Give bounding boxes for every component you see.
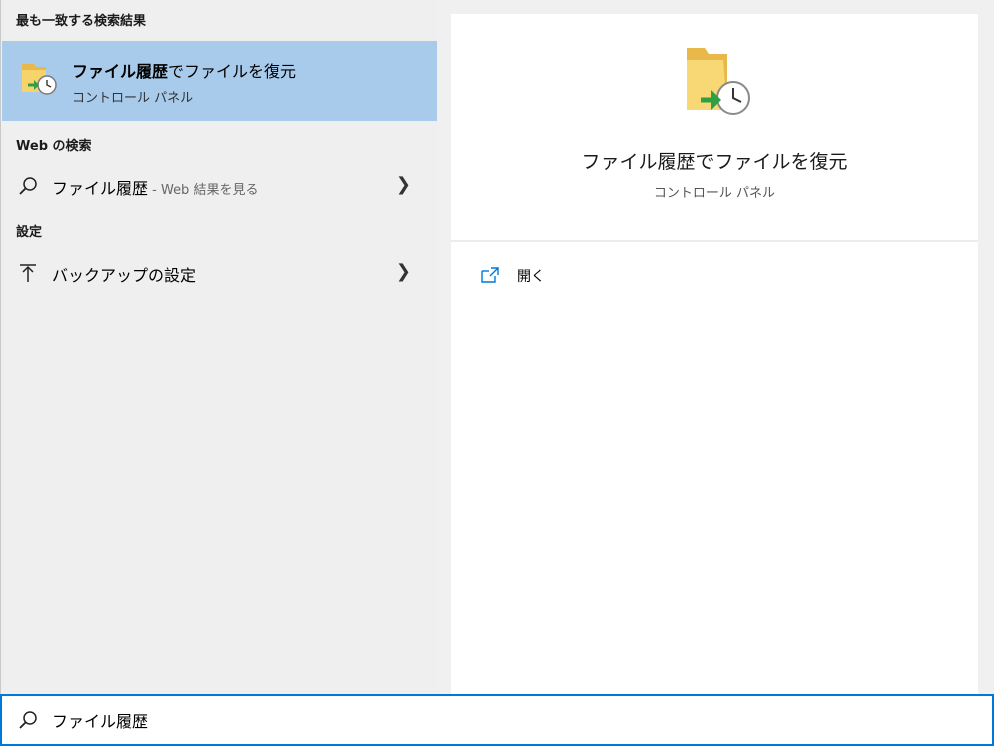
web-search-query: ファイル履歴 [52, 179, 149, 198]
results-pane: 最も一致する検索結果 ファイル履歴でファイルを復元 コントロール パネル Web… [0, 0, 438, 694]
file-history-folder-icon [687, 48, 750, 115]
backup-settings-label: バックアップの設定 [52, 266, 197, 285]
preview-title: ファイル履歴でファイルを復元 [581, 151, 848, 173]
chevron-right-icon[interactable]: ❯ [396, 174, 411, 195]
web-search-result[interactable]: ファイル履歴 - Web 結果を見る ❯ [2, 166, 437, 206]
preview-header: ファイル履歴でファイルを復元 コントロール パネル [451, 14, 978, 240]
chevron-right-icon[interactable]: ❯ [396, 261, 411, 282]
file-history-folder-icon [22, 64, 57, 95]
preview-card: ファイル履歴でファイルを復元 コントロール パネル 開く [451, 14, 978, 694]
preview-subtitle: コントロール パネル [653, 186, 776, 201]
open-external-icon [481, 267, 499, 283]
settings-heading: 設定 [16, 225, 43, 240]
best-match-heading: 最も一致する検索結果 [16, 14, 147, 29]
divider [451, 240, 978, 242]
best-match-title-rest: でファイルを復元 [168, 62, 297, 81]
preview-pane: ファイル履歴でファイルを復元 コントロール パネル 開く [437, 0, 994, 694]
search-icon [19, 177, 37, 195]
open-label: 開く [517, 269, 545, 285]
best-match-title: ファイル履歴でファイルを復元 [72, 58, 296, 82]
web-search-heading: Web の検索 [16, 139, 92, 154]
open-button[interactable]: 開く [481, 264, 681, 290]
backup-settings-result[interactable]: バックアップの設定 ❯ [2, 253, 437, 293]
best-match-title-bold: ファイル履歴 [72, 62, 169, 81]
best-match-subtitle: コントロール パネル [72, 91, 194, 106]
search-icon [19, 711, 37, 729]
web-search-label: ファイル履歴 - Web 結果を見る [52, 175, 258, 199]
search-bar[interactable] [0, 694, 994, 746]
backup-arrow-icon [20, 264, 36, 282]
best-match-result[interactable]: ファイル履歴でファイルを復元 コントロール パネル [2, 41, 437, 121]
web-search-hint: - Web 結果を見る [148, 183, 259, 198]
search-input[interactable] [52, 706, 952, 734]
